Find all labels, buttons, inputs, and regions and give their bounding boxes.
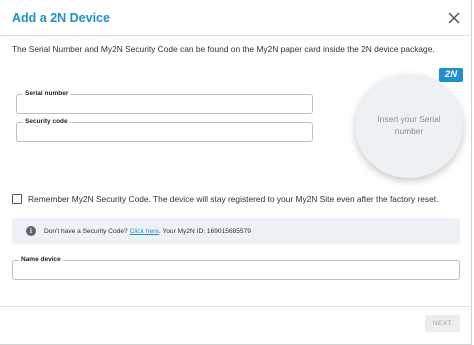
info-prefix: Don't have a Security Code? (44, 227, 128, 235)
name-device-label: Name device (19, 256, 63, 263)
dialog-title: Add a 2N Device (12, 11, 110, 25)
name-device-input[interactable] (13, 262, 459, 280)
serial-scan-hint: Insert your Serial number (377, 114, 441, 136)
name-device-field[interactable]: Name device (12, 256, 460, 280)
dialog-description: The Serial Number and My2N Security Code… (12, 44, 435, 54)
serial-number-input[interactable] (17, 96, 312, 114)
info-icon: i (26, 226, 36, 236)
info-text: Don't have a Security Code? Click here. … (44, 228, 251, 235)
security-code-input[interactable] (17, 124, 312, 142)
security-code-label: Security code (23, 118, 70, 125)
footer-divider (0, 306, 472, 307)
remember-checkbox[interactable] (12, 194, 22, 204)
click-here-link[interactable]: Click here (130, 228, 159, 235)
serial-scan-circle: Insert your Serial number (355, 74, 463, 178)
remember-security-code[interactable]: Remember My2N Security Code. The device … (12, 194, 438, 204)
2n-logo: 2N (439, 68, 463, 82)
my2n-id-text: . Your My2N ID: 169015685579 (158, 227, 251, 235)
serial-number-label: Serial number (23, 90, 71, 97)
security-code-field[interactable]: Security code (16, 118, 313, 142)
close-icon[interactable] (446, 10, 462, 26)
security-code-info-box: i Don't have a Security Code? Click here… (12, 218, 460, 244)
remember-label: Remember My2N Security Code. The device … (28, 194, 439, 204)
dialog-header: Add a 2N Device (0, 0, 472, 36)
next-button[interactable]: NEXT (425, 315, 460, 332)
add-device-dialog: Add a 2N Device The Serial Number and My… (0, 0, 472, 345)
serial-number-field[interactable]: Serial number (16, 90, 313, 114)
